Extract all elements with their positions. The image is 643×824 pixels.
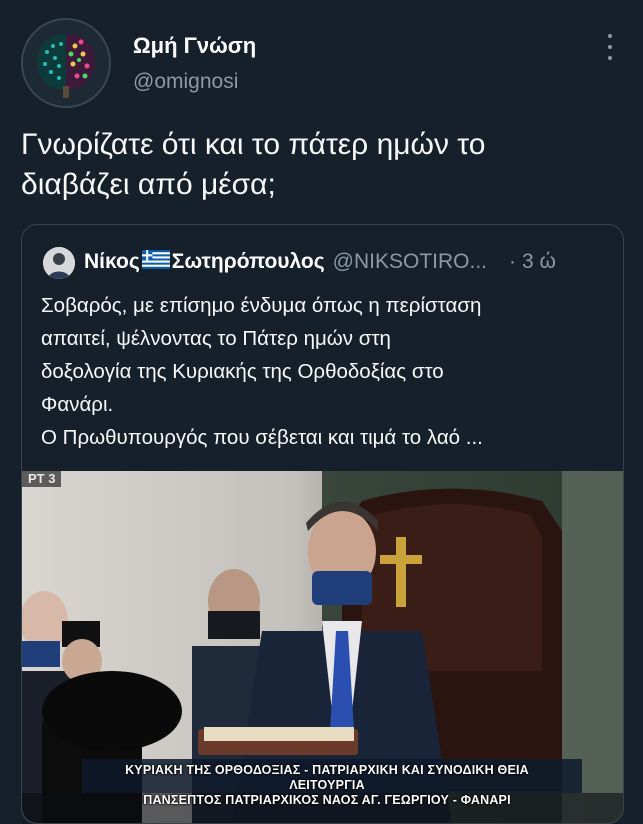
tv-caption: ΚΥΡΙΑΚΗ ΤΗΣ ΟΡΘΟΔΟΞΙΑΣ - ΠΑΤΡΙΑΡΧΙΚΗ ΚΑΙ… <box>97 763 557 808</box>
quoted-tweet[interactable]: Νίκος Σωτηρόπουλος @NIKSOTIRO... · 3 ώ Σ… <box>21 224 624 824</box>
channel-logo: ΡΤ 3 <box>22 471 62 487</box>
author-handle[interactable]: @omignosi <box>133 70 238 94</box>
quoted-author-name-last[interactable]: Σωτηρόπουλος <box>172 250 325 274</box>
author-avatar[interactable] <box>21 18 111 108</box>
tv-caption-line: ΚΥΡΙΑΚΗ ΤΗΣ ΟΡΘΟΔΟΞΙΑΣ - ΠΑΤΡΙΑΡΧΙΚΗ ΚΑΙ… <box>125 763 529 792</box>
tweet-text-line: Γνωρίζατε ότι και το πάτερ ημών το <box>21 128 486 161</box>
quoted-author-handle[interactable]: @NIKSOTIRO... <box>333 250 487 274</box>
greek-flag-icon <box>141 249 170 275</box>
tweet-text-line: διαβάζει από μέσα; <box>21 168 276 201</box>
author-name[interactable]: Ωμή Γνώση <box>133 33 256 59</box>
quoted-text-line: Φανάρι. <box>41 393 114 416</box>
quoted-tweet-time[interactable]: 3 ώ <box>522 250 556 274</box>
quoted-author-avatar[interactable] <box>43 247 75 279</box>
quoted-author-name-first[interactable]: Νίκος <box>84 250 140 274</box>
brain-avatar-icon <box>23 20 109 106</box>
person-avatar-icon <box>43 247 75 279</box>
tweet-text: Γνωρίζατε ότι και το πάτερ ημών το διαβά… <box>21 125 631 205</box>
quoted-tweet-text: Σοβαρός, με επίσημο ένδυμα όπως η περίστ… <box>41 289 611 454</box>
more-options-icon[interactable] <box>604 34 616 60</box>
tv-caption-line: ΠΑΝΣΕΠΤΟΣ ΠΑΤΡΙΑΡΧΙΚΟΣ ΝΑΟΣ ΑΓ. ΓΕΩΡΓΙΟΥ… <box>143 793 511 807</box>
quoted-text-line: Σοβαρός, με επίσημο ένδυμα όπως η περίστ… <box>41 294 482 317</box>
separator-dot: · <box>509 250 517 273</box>
quoted-tweet-photo[interactable]: ΡΤ 3 ΚΥΡΙΑΚΗ ΤΗΣ ΟΡΘΟΔΟΞΙΑΣ - ΠΑΤΡΙΑΡΧΙΚ… <box>22 471 623 823</box>
quoted-tweet-header: Νίκος Σωτηρόπουλος @NIKSOTIRO... · 3 ώ <box>84 247 614 277</box>
quoted-text-line: δοξολογία της Κυριακής της Ορθοδοξίας στ… <box>41 360 444 383</box>
quoted-text-line: απαιτεί, ψέλνοντας το Πάτερ ημών στη <box>41 327 391 350</box>
quoted-text-line: Ο Πρωθυπουργός που σέβεται και τιμά το λ… <box>41 426 483 449</box>
